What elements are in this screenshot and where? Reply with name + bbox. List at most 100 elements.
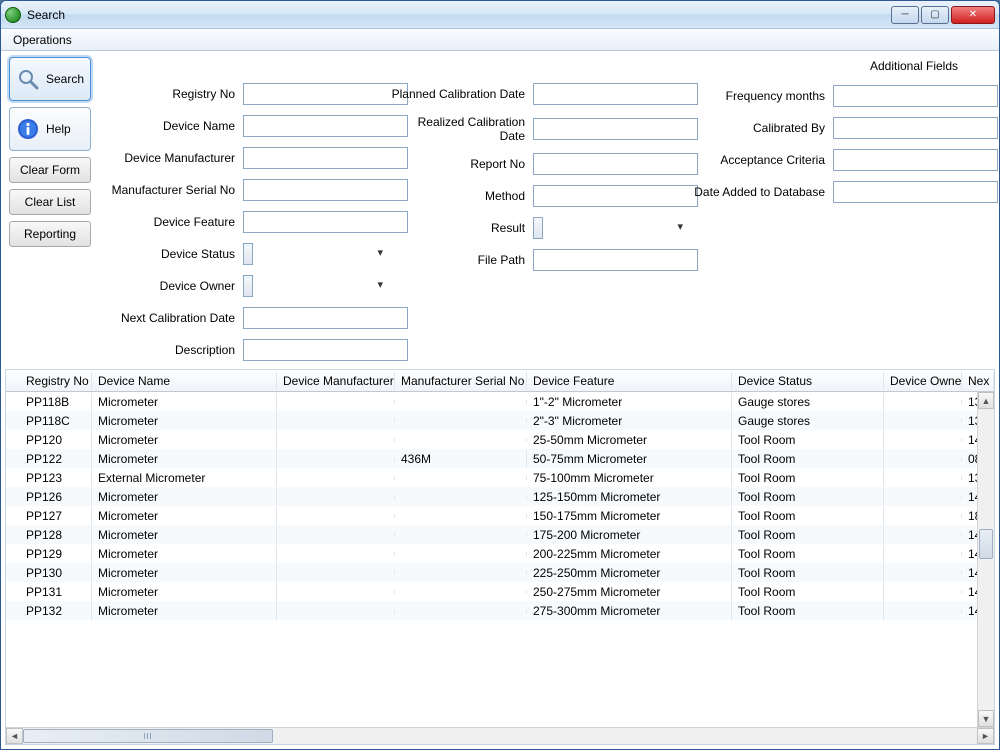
scroll-track[interactable] [978,409,994,710]
table-cell: 200-225mm Micrometer [527,545,732,563]
th-device-name[interactable]: Device Name [92,372,277,390]
table-cell [277,590,395,594]
th-device-status[interactable]: Device Status [732,372,884,390]
table-row[interactable]: PP122Micrometer436M50-75mm MicrometerToo… [6,449,994,468]
table-row[interactable]: PP120Micrometer25-50mm MicrometerTool Ro… [6,430,994,449]
hscroll-thumb[interactable] [23,729,273,743]
table-cell: Micrometer [92,602,277,620]
clear-list-button[interactable]: Clear List [9,189,91,215]
table-cell: 436M [395,450,527,468]
table-cell: Gauge stores [732,393,884,411]
input-device-name[interactable] [243,115,408,137]
table-row[interactable]: PP128Micrometer175-200 MicrometerTool Ro… [6,525,994,544]
scroll-right-icon[interactable]: ► [977,728,994,744]
minimize-button[interactable]: ─ [891,6,919,24]
input-device-feature[interactable] [243,211,408,233]
table-cell [884,419,962,423]
menu-operations[interactable]: Operations [7,31,78,49]
input-description[interactable] [243,339,408,361]
input-next-calibration-date[interactable] [243,307,408,329]
table-cell: Micrometer [92,488,277,506]
app-icon [5,7,21,23]
input-report-no[interactable] [533,153,698,175]
input-frequency-months[interactable] [833,85,998,107]
search-icon [16,67,40,91]
help-button[interactable]: Help [9,107,91,151]
input-realized-calibration-date[interactable] [533,118,698,140]
table-row[interactable]: PP126Micrometer125-150mm MicrometerTool … [6,487,994,506]
search-button[interactable]: Search [9,57,91,101]
table-row[interactable]: PP131Micrometer250-275mm MicrometerTool … [6,582,994,601]
input-registry-no[interactable] [243,83,408,105]
table-row[interactable]: PP118CMicrometer2"-3" MicrometerGauge st… [6,411,994,430]
table-cell: Gauge stores [732,412,884,430]
scroll-down-icon[interactable]: ▼ [978,710,994,727]
th-manufacturer-serial-no[interactable]: Manufacturer Serial No [395,372,527,390]
input-acceptance-criteria[interactable] [833,149,998,171]
table-cell [277,438,395,442]
label-frequency-months: Frequency months [689,89,827,103]
table-cell: Micrometer [92,507,277,525]
input-planned-calibration-date[interactable] [533,83,698,105]
input-device-manufacturer[interactable] [243,147,408,169]
label-device-name: Device Name [99,119,237,133]
form-col-2: Planned Calibration Date Realized Calibr… [389,59,689,361]
table-cell: PP131 [6,583,92,601]
table-cell: Micrometer [92,393,277,411]
input-calibrated-by[interactable] [833,117,998,139]
th-device-manufacturer[interactable]: Device Manufacturer [277,372,395,390]
table-row[interactable]: PP118BMicrometer1"-2" MicrometerGauge st… [6,392,994,411]
horizontal-scrollbar[interactable]: ◄ ► [6,727,994,744]
input-manufacturer-serial-no[interactable] [243,179,408,201]
label-file-path: File Path [389,253,527,267]
table-cell: 150-175mm Micrometer [527,507,732,525]
table-cell [884,533,962,537]
scroll-up-icon[interactable]: ▲ [978,392,994,409]
table-cell: 175-200 Micrometer [527,526,732,544]
table-cell: Micrometer [92,583,277,601]
table-cell: Tool Room [732,507,884,525]
table-cell: Tool Room [732,564,884,582]
table-cell: PP127 [6,507,92,525]
label-date-added: Date Added to Database [689,185,827,199]
results-table: Registry No Device Name Device Manufactu… [5,369,995,745]
table-cell: PP128 [6,526,92,544]
table-cell: PP122 [6,450,92,468]
table-row[interactable]: PP132Micrometer275-300mm MicrometerTool … [6,601,994,620]
scroll-left-icon[interactable]: ◄ [6,728,23,744]
table-cell [277,457,395,461]
table-cell [395,476,527,480]
help-button-label: Help [46,122,71,136]
table-row[interactable]: PP129Micrometer200-225mm MicrometerTool … [6,544,994,563]
th-registry-no[interactable]: Registry No [6,372,92,390]
th-device-feature[interactable]: Device Feature [527,372,732,390]
scroll-thumb[interactable] [979,529,993,559]
input-date-added[interactable] [833,181,998,203]
clear-form-button[interactable]: Clear Form [9,157,91,183]
th-device-owner[interactable]: Device Owner [884,372,962,390]
input-file-path[interactable] [533,249,698,271]
table-cell: PP123 [6,469,92,487]
table-cell [884,495,962,499]
table-cell [395,609,527,613]
th-next[interactable]: Nex [962,372,994,390]
hscroll-track[interactable] [23,728,977,744]
table-cell [395,514,527,518]
titlebar[interactable]: Search ─ ▢ ✕ [1,1,999,29]
close-button[interactable]: ✕ [951,6,995,24]
select-result[interactable] [533,217,543,239]
reporting-button[interactable]: Reporting [9,221,91,247]
maximize-button[interactable]: ▢ [921,6,949,24]
table-row[interactable]: PP127Micrometer 150-175mm MicrometerTool … [6,506,994,525]
label-method: Method [389,189,527,203]
table-cell: Tool Room [732,469,884,487]
table-row[interactable]: PP123External Micrometer75-100mm Microme… [6,468,994,487]
select-device-owner[interactable] [243,275,253,297]
table-row[interactable]: PP130Micrometer225-250mm MicrometerTool … [6,563,994,582]
select-device-status[interactable] [243,243,253,265]
input-method[interactable] [533,185,698,207]
label-calibrated-by: Calibrated By [689,121,827,135]
table-cell [884,514,962,518]
table-cell [395,571,527,575]
vertical-scrollbar[interactable]: ▲ ▼ [977,392,994,727]
